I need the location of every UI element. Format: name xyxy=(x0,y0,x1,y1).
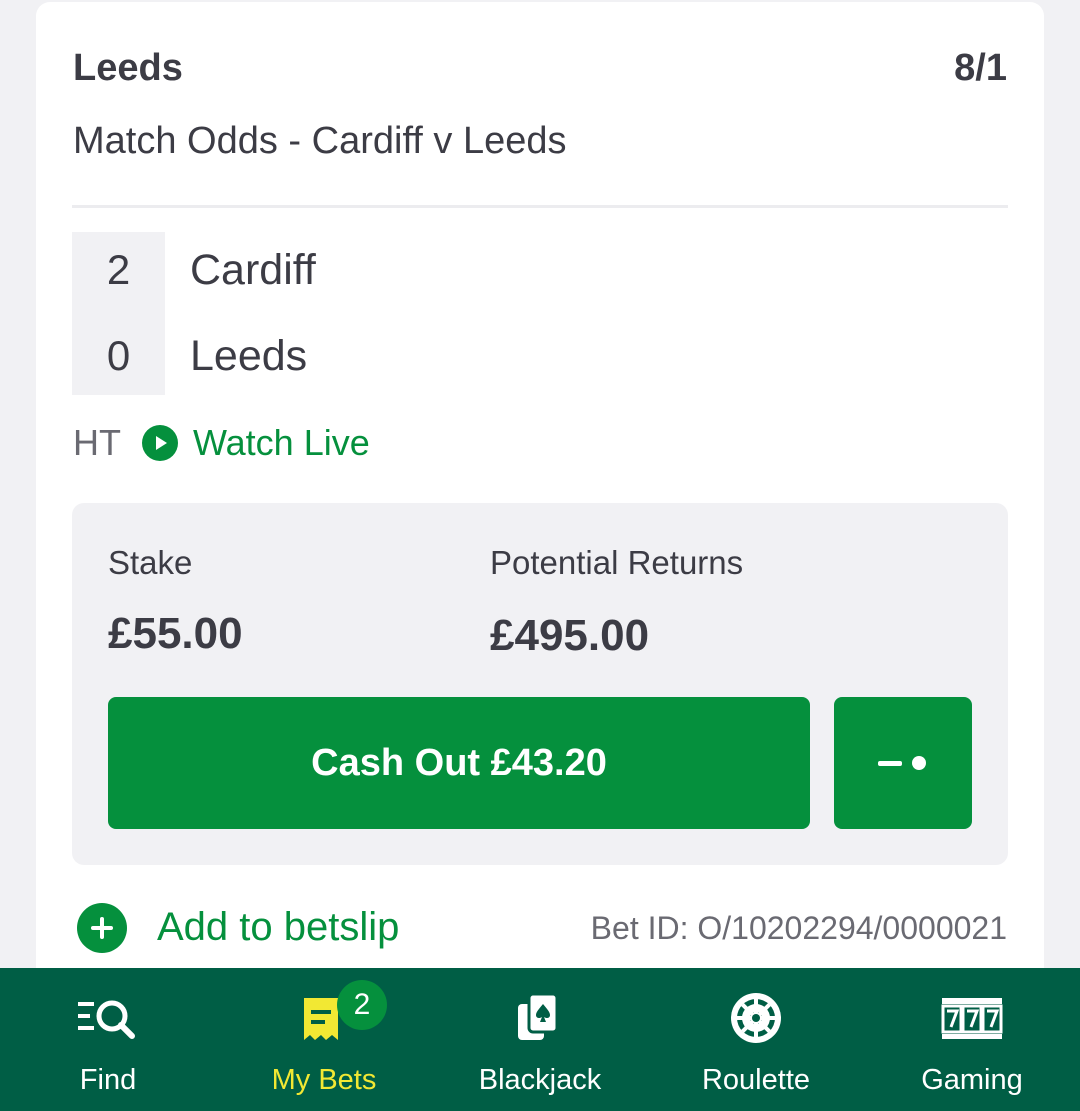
returns-value: £495.00 xyxy=(490,611,650,660)
home-score: 2 xyxy=(106,246,131,293)
cash-out-button[interactable]: Cash Out £43.20 xyxy=(108,697,810,829)
away-team: Leeds xyxy=(190,332,308,380)
nav-label-blackjack: Blackjack xyxy=(478,1064,602,1096)
stake-panel: Stake Potential Returns £55.00 £495.00 C… xyxy=(72,503,1008,865)
plus-circle-icon xyxy=(77,903,127,953)
nav-item-blackjack[interactable]: Blackjack xyxy=(432,968,648,1111)
watch-live-link[interactable]: Watch Live xyxy=(193,418,370,468)
slots-777-icon xyxy=(941,998,1003,1039)
partial-cash-out-button[interactable] xyxy=(834,697,972,829)
roulette-icon xyxy=(731,993,781,1043)
nav-item-my-bets[interactable]: 2 My Bets xyxy=(216,968,432,1111)
nav-item-find[interactable]: Find xyxy=(0,968,216,1111)
nav-label-gaming: Gaming xyxy=(921,1064,1023,1096)
stake-value: £55.00 xyxy=(108,609,243,658)
play-icon[interactable] xyxy=(142,425,178,461)
away-score: 0 xyxy=(106,332,131,379)
bet-count-badge: 2 xyxy=(337,980,387,1030)
search-list-icon xyxy=(78,1000,135,1039)
selection-name: Leeds xyxy=(73,47,183,89)
selection-odds: 8/1 xyxy=(954,47,1007,89)
cards-icon xyxy=(518,992,559,1040)
add-to-betslip-label: Add to betslip xyxy=(157,905,400,949)
market-name: Match Odds - Cardiff v Leeds xyxy=(73,120,567,162)
selection-row: Leeds 8/1 xyxy=(73,42,1007,94)
nav-item-roulette[interactable]: Roulette xyxy=(648,968,864,1111)
bottom-nav: Find 2 My Bets Blackjack Roulette Gaming xyxy=(0,968,1080,1111)
stake-label: Stake xyxy=(108,544,193,581)
scoreboard: 2 0 xyxy=(72,232,165,395)
returns-label: Potential Returns xyxy=(490,544,744,581)
nav-item-gaming[interactable]: Gaming xyxy=(864,968,1080,1111)
bet-id: Bet ID: O/10202294/0000021 xyxy=(590,910,1007,946)
nav-label-roulette: Roulette xyxy=(701,1064,810,1096)
divider xyxy=(72,205,1008,208)
home-team: Cardiff xyxy=(190,246,316,294)
nav-label-my-bets: My Bets xyxy=(271,1064,377,1096)
nav-label-find: Find xyxy=(79,1064,137,1096)
match-period: HT xyxy=(73,422,121,463)
slider-icon xyxy=(878,761,902,766)
